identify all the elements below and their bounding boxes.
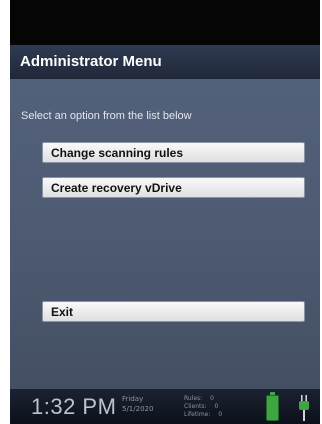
counter-label: Rules: xyxy=(184,395,203,402)
counter-row: Clients: 0 xyxy=(184,403,222,411)
instruction-text: Select an option from the list below xyxy=(21,110,192,122)
counter-row: Lifetime: 0 xyxy=(184,411,222,419)
date-block: Friday 5/1/2020 xyxy=(122,394,153,414)
main-panel: Select an option from the list below Cha… xyxy=(10,79,320,389)
page-title: Administrator Menu xyxy=(20,53,162,70)
power-plug-icon xyxy=(298,395,310,424)
counter-value: 0 xyxy=(218,411,223,418)
counter-value: 0 xyxy=(214,403,219,410)
exit-button[interactable]: Exit xyxy=(42,301,305,322)
title-bar: Administrator Menu xyxy=(10,45,320,79)
date-label: 5/1/2020 xyxy=(122,405,154,413)
battery-icon xyxy=(266,392,279,421)
counter-row: Rules: 0 xyxy=(184,395,222,403)
counter-label: Clients: xyxy=(184,403,207,410)
counter-value: 0 xyxy=(210,395,214,402)
device-screen: Administrator Menu Select an option from… xyxy=(10,0,320,424)
day-label: Friday xyxy=(122,395,144,403)
button-label: Change scanning rules xyxy=(51,146,184,160)
counters: Rules: 0 Clients: 0 Lifetime: 0 xyxy=(184,395,222,419)
clock-time: 1:32 PM xyxy=(31,394,117,419)
button-label: Create recovery vDrive xyxy=(51,181,182,195)
top-bar xyxy=(10,0,320,44)
change-scanning-rules-button[interactable]: Change scanning rules xyxy=(42,142,305,163)
counter-label: Lifetime: xyxy=(184,411,211,418)
create-recovery-vdrive-button[interactable]: Create recovery vDrive xyxy=(42,177,305,198)
button-label: Exit xyxy=(51,305,74,319)
status-bar: 1:32 PM Friday 5/1/2020 Rules: 0 Clients… xyxy=(10,389,320,424)
